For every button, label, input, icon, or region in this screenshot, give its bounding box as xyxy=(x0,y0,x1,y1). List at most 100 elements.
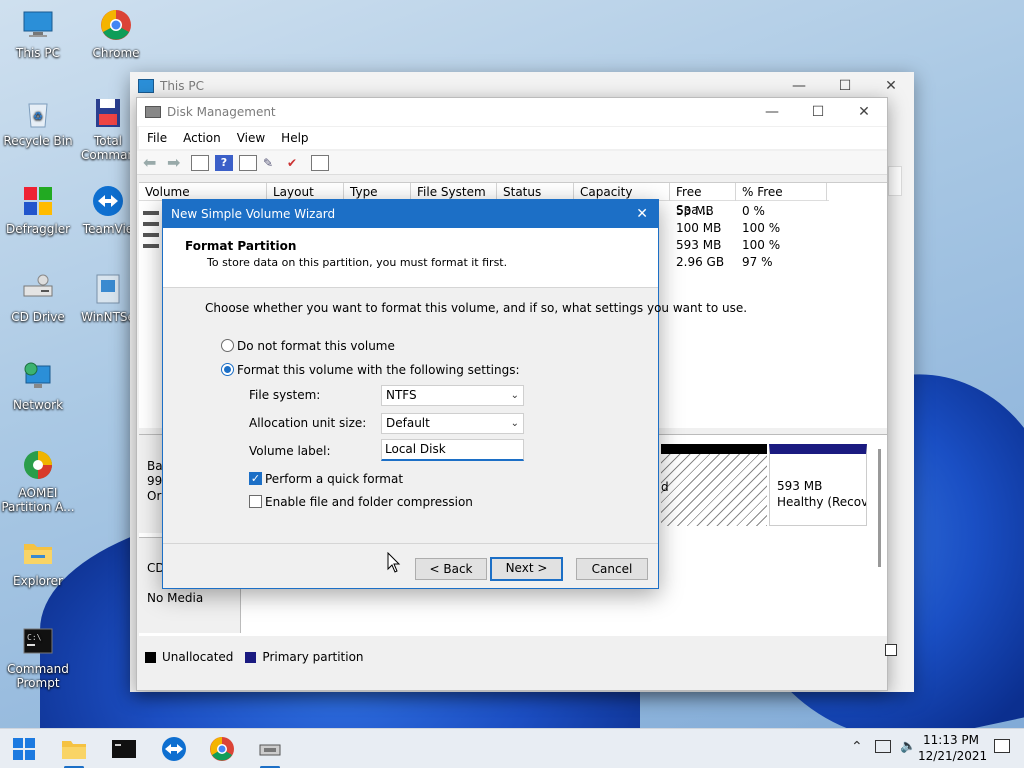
desktop-icon-teamviewer[interactable]: TeamVie xyxy=(78,184,138,236)
file-system-select[interactable]: NTFS ⌄ xyxy=(381,385,524,406)
clock[interactable]: 11:13 PM 12/21/2021 xyxy=(918,732,987,764)
unallocated-partition[interactable]: d xyxy=(661,444,767,526)
chevron-up-icon[interactable]: ⌃ xyxy=(851,739,863,755)
mouse-cursor-icon xyxy=(387,552,401,573)
cd-drive-icon xyxy=(21,272,55,306)
desktop-icon-command-prompt[interactable]: C:\ Command Prompt xyxy=(0,624,76,690)
desktop-icon-aomei[interactable]: AOMEI Partition A... xyxy=(0,448,76,514)
allocation-unit-label: Allocation unit size: xyxy=(249,416,367,430)
desktop-icon-explorer[interactable]: Explorer xyxy=(0,536,76,588)
taskbar-command-prompt[interactable] xyxy=(110,735,138,763)
desktop-icon-defraggler[interactable]: Defraggler xyxy=(0,184,76,236)
maximize-button[interactable]: ☐ xyxy=(795,98,841,126)
desktop-icon-cd-drive[interactable]: CD Drive xyxy=(0,272,76,324)
radio-no-format[interactable] xyxy=(221,339,234,352)
aomei-icon xyxy=(21,448,55,482)
back-button[interactable]: < Back xyxy=(415,558,487,580)
compression-checkbox[interactable] xyxy=(249,495,262,508)
quick-format-label[interactable]: Perform a quick format xyxy=(265,472,403,486)
close-button[interactable]: ✕ xyxy=(841,98,887,126)
volume-label-label: Volume label: xyxy=(249,444,331,458)
radio-format-label[interactable]: Format this volume with the following se… xyxy=(237,363,520,377)
disk-management-titlebar[interactable]: Disk Management — ☐ ✕ xyxy=(137,98,887,126)
menu-help[interactable]: Help xyxy=(273,127,316,149)
chevron-down-icon: ⌄ xyxy=(510,390,519,401)
menu-view[interactable]: View xyxy=(229,127,273,149)
monitor-icon xyxy=(21,8,55,42)
recovery-partition[interactable]: 593 MB Healthy (Recove xyxy=(769,444,867,526)
desktop-icon-winntsetup[interactable]: WinNTSe xyxy=(78,272,138,324)
taskbar-teamviewer[interactable] xyxy=(160,735,188,763)
this-pc-titlebar[interactable]: This PC — ☐ ✕ xyxy=(130,72,914,100)
table-cell: 100 MB xyxy=(676,221,722,235)
chrome-icon xyxy=(99,8,133,42)
checklist-icon[interactable]: ✔ xyxy=(287,155,305,171)
back-arrow-icon[interactable]: ⬅ xyxy=(143,154,161,171)
resize-grip-icon[interactable] xyxy=(885,644,897,656)
taskbar-chrome[interactable] xyxy=(208,735,236,763)
forward-arrow-icon[interactable]: ➡ xyxy=(167,154,185,171)
connect-icon[interactable]: ✎ xyxy=(263,155,281,171)
desktop-icon-recycle-bin[interactable]: ♻ Recycle Bin xyxy=(0,96,76,148)
desktop-icon-label: Chrome xyxy=(92,46,140,60)
legend-primary: Primary partition xyxy=(262,650,364,664)
desktop-icon-label: Total Comman xyxy=(80,134,136,162)
legend: Unallocated Primary partition xyxy=(139,646,364,668)
file-system-label: File system: xyxy=(249,388,321,402)
close-button[interactable]: ✕ xyxy=(868,72,914,100)
compression-label[interactable]: Enable file and folder compression xyxy=(265,495,473,509)
show-hide-tree-icon[interactable] xyxy=(191,154,209,171)
partition-label: d xyxy=(661,480,669,494)
desktop-icon-label: This PC xyxy=(16,46,60,60)
taskbar-explorer[interactable] xyxy=(60,735,88,768)
close-icon[interactable]: ✕ xyxy=(636,200,648,228)
desktop-icon-chrome[interactable]: Chrome xyxy=(78,8,154,60)
desktop-icon-label: Network xyxy=(12,398,64,412)
desktop-icon-this-pc[interactable]: This PC xyxy=(0,8,76,60)
disk-management-icon xyxy=(259,744,281,756)
volume-label-value: Local Disk xyxy=(385,442,446,456)
list-view-icon[interactable] xyxy=(311,154,329,171)
new-simple-volume-wizard[interactable]: New Simple Volume Wizard ✕ Format Partit… xyxy=(162,199,747,589)
quick-format-checkbox[interactable]: ✓ xyxy=(249,472,262,485)
table-cell: 97 % xyxy=(742,255,773,269)
volume-label-input[interactable]: Local Disk xyxy=(381,439,524,461)
help-icon[interactable]: ? xyxy=(215,154,233,171)
minimize-button[interactable]: — xyxy=(749,98,795,126)
menu-file[interactable]: File xyxy=(139,127,175,149)
col-free-space[interactable]: Free Spa... xyxy=(670,183,736,217)
desktop-icon-label: Explorer xyxy=(13,574,63,588)
allocation-unit-select[interactable]: Default ⌄ xyxy=(381,413,524,434)
next-button[interactable]: Next > xyxy=(490,557,563,581)
volume-row-icons xyxy=(143,205,159,255)
volume-muted-icon[interactable]: 🔈 xyxy=(900,739,916,754)
notification-icon[interactable] xyxy=(994,739,1010,753)
network-icon xyxy=(21,360,55,394)
chrome-icon xyxy=(210,737,234,761)
footer-divider xyxy=(163,543,658,544)
cancel-button[interactable]: Cancel xyxy=(576,558,648,580)
radio-no-format-label[interactable]: Do not format this volume xyxy=(237,339,395,353)
desktop-icon-label: Defraggler xyxy=(5,222,71,236)
start-button[interactable] xyxy=(10,735,38,763)
window-title: This PC xyxy=(160,79,204,93)
wizard-titlebar[interactable]: New Simple Volume Wizard ✕ xyxy=(163,200,658,228)
properties-icon[interactable] xyxy=(239,154,257,171)
table-cell: 100 % xyxy=(742,238,781,252)
taskbar-disk-management[interactable] xyxy=(256,735,284,768)
network-status-icon[interactable] xyxy=(875,740,891,753)
disk-map-scrollbar[interactable] xyxy=(878,449,881,567)
terminal-icon: C:\ xyxy=(21,624,55,658)
minimize-button[interactable]: — xyxy=(776,72,822,100)
clock-time: 11:13 PM xyxy=(923,733,979,747)
radio-format[interactable] xyxy=(221,363,234,376)
folder-icon xyxy=(62,741,86,759)
maximize-button[interactable]: ☐ xyxy=(822,72,868,100)
recycle-bin-icon: ♻ xyxy=(21,96,55,130)
desktop-icon-network[interactable]: Network xyxy=(0,360,76,412)
drive-icon xyxy=(143,222,159,226)
col-percent-free[interactable]: % Free xyxy=(736,183,827,201)
desktop-icon-total-commander[interactable]: Total Comman xyxy=(78,96,138,162)
menu-action[interactable]: Action xyxy=(175,127,229,149)
this-pc-side-panel xyxy=(888,166,902,196)
